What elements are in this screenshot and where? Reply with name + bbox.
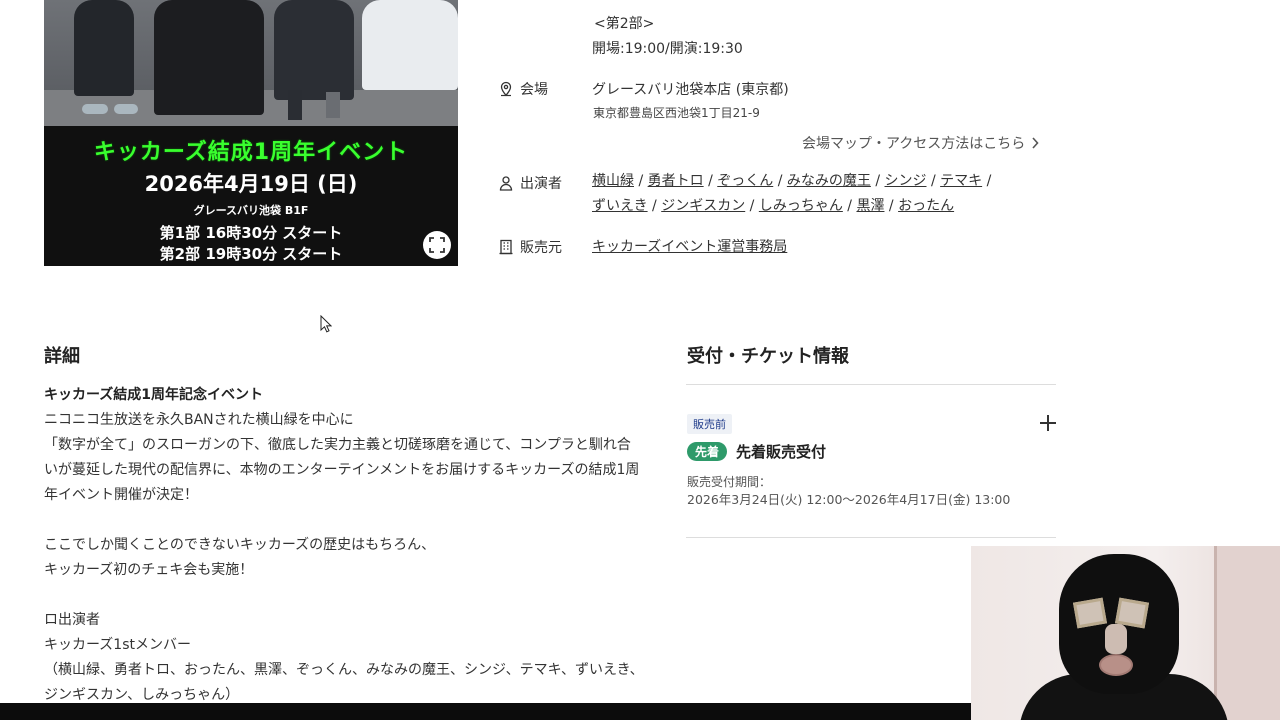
divider xyxy=(686,537,1056,538)
poster-person xyxy=(274,0,354,100)
building-icon xyxy=(499,239,513,255)
venue-address: 東京都豊島区西池袋1丁目21-9 xyxy=(593,106,760,120)
seller-label: 販売元 xyxy=(498,237,562,257)
sales-period-value: 2026年3月24日(火) 12:00〜2026年4月17日(金) 13:00 xyxy=(687,492,1011,507)
performer-link[interactable]: ぞっくん xyxy=(717,173,773,189)
webcam-overlay xyxy=(971,546,1280,720)
ticket-info-title: 受付・チケット情報 xyxy=(687,346,849,367)
performer-link[interactable]: 勇者トロ xyxy=(648,173,704,189)
venue-label: 会場 xyxy=(498,79,548,99)
performer-link[interactable]: 黒澤 xyxy=(856,198,884,214)
details-lead: キッカーズ結成1周年記念イベント xyxy=(44,387,264,403)
poster-headline: キッカーズ結成1周年イベント xyxy=(93,140,409,165)
bottom-bar xyxy=(0,703,971,720)
venue-name: グレースバリ池袋本店 (東京都) xyxy=(592,82,789,98)
performer-link[interactable]: 横山緑 xyxy=(592,173,634,189)
chevron-right-icon xyxy=(1032,137,1039,149)
ticket-type-badge: 先着 xyxy=(687,442,728,461)
event-poster[interactable]: キッカーズ結成1周年イベント 2026年4月19日 (日) グレースバリ池袋 B… xyxy=(44,0,458,266)
ticket-name: 先着販売受付 xyxy=(736,443,827,461)
performer-list: 横山緑 / 勇者トロ / ぞっくん / みなみの魔王 / シンジ / テマキ /… xyxy=(592,173,992,214)
poster-person xyxy=(154,0,264,115)
performer-link[interactable]: ジンギスカン xyxy=(661,198,745,214)
seller-link[interactable]: キッカーズイベント運営事務局 xyxy=(592,236,787,256)
schedule-part-label: <第2部> xyxy=(594,16,655,32)
details-text: ニコニコ生放送を永久BANされた横山緑を中心に 「数字が全て」のスローガンの下、… xyxy=(44,412,644,703)
details-body: キッカーズ結成1周年記念イベント ニコニコ生放送を永久BANされた横山緑を中心に… xyxy=(44,383,644,708)
sales-period-label: 販売受付期間： xyxy=(687,475,772,489)
performers-label: 出演者 xyxy=(498,173,562,193)
poster-venue: グレースバリ池袋 B1F xyxy=(193,204,309,217)
location-pin-icon xyxy=(500,81,512,97)
status-badge: 販売前 xyxy=(687,414,732,434)
performer-link[interactable]: テマキ xyxy=(940,173,982,189)
mouse-cursor-icon xyxy=(320,315,332,333)
access-map-link[interactable]: 会場マップ・アクセス方法はこちら xyxy=(802,133,1039,153)
expand-icon xyxy=(429,237,445,253)
performer-link[interactable]: おったん xyxy=(898,198,954,214)
person-icon xyxy=(499,176,513,191)
performer-link[interactable]: ずいえき xyxy=(592,198,648,214)
poster-part2: 第2部 19時30分 スタート xyxy=(159,245,343,263)
schedule-times: 開場:19:00/開演:19:30 xyxy=(592,41,743,57)
poster-person xyxy=(362,0,458,90)
expand-image-button[interactable] xyxy=(423,231,451,259)
performer-link[interactable]: しみっちゃん xyxy=(759,198,843,214)
poster-person xyxy=(74,0,134,96)
performer-link[interactable]: シンジ xyxy=(885,173,927,189)
divider xyxy=(686,384,1056,385)
poster-part1: 第1部 16時30分 スタート xyxy=(159,224,343,242)
masked-face xyxy=(1059,554,1179,694)
expand-ticket-button[interactable] xyxy=(1037,412,1059,434)
poster-date: 2026年4月19日 (日) xyxy=(144,172,358,196)
details-title: 詳細 xyxy=(44,346,80,367)
performer-link[interactable]: みなみの魔王 xyxy=(787,173,871,189)
